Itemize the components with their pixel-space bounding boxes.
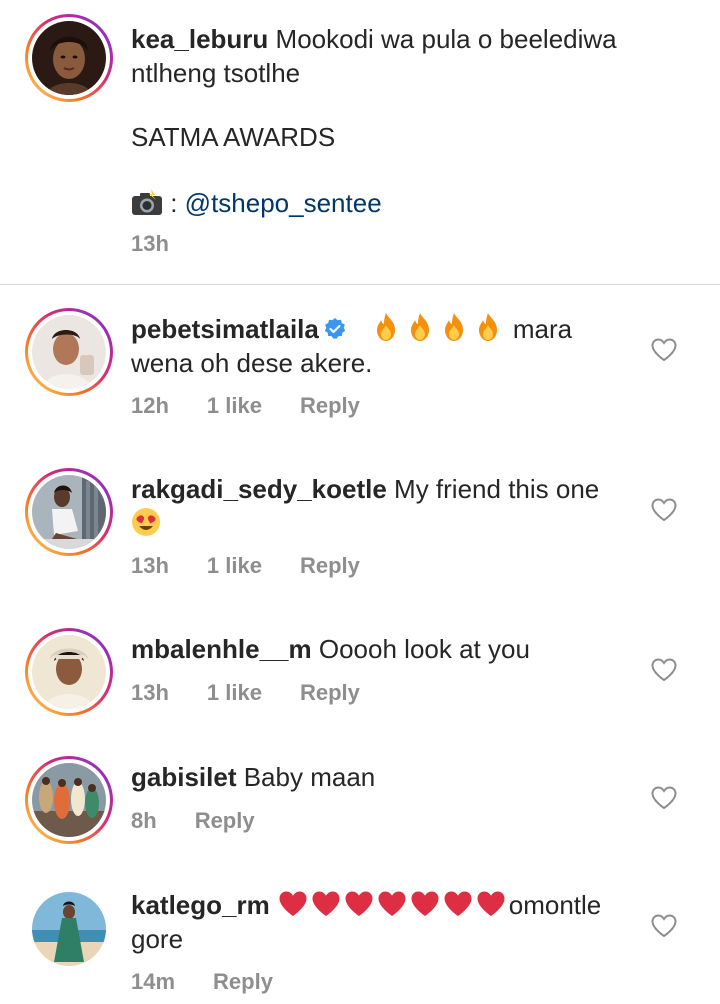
comment-text-part: My friend this one [394, 474, 600, 504]
comment-meta: 13h 1 like Reply [131, 679, 398, 707]
caption-text: kea_leburu Mookodi wa pula o beelediwa n… [131, 22, 691, 90]
caption-username[interactable]: kea_leburu [131, 24, 268, 54]
verified-badge-icon [324, 318, 346, 339]
like-heart-icon[interactable] [651, 786, 677, 810]
comment-time: 14m [131, 969, 176, 994]
comment-text-part: mara [512, 314, 573, 344]
caption-credit-line: : @tshepo_sentee [131, 186, 382, 220]
comment-avatar[interactable] [25, 628, 113, 716]
red-heart-emoji-icon [311, 890, 341, 918]
comment-meta: 8h Reply [131, 807, 293, 835]
comment-avatar[interactable] [25, 308, 113, 396]
photographer-mention-link[interactable]: @tshepo_sentee [185, 188, 382, 218]
red-heart-emoji-icon [410, 890, 440, 918]
comment-time: 13h [131, 553, 169, 578]
caption-divider [0, 284, 720, 285]
comment-likes-link[interactable]: 1 like [207, 553, 262, 578]
comment-username[interactable]: gabisilet [131, 762, 236, 792]
comment-text: gabisilet Baby maan [131, 760, 636, 794]
caption-awards-line: SATMA AWARDS [131, 122, 336, 152]
comment-text-part: gore [131, 924, 184, 954]
comment-avatar[interactable] [25, 468, 113, 556]
like-heart-icon[interactable] [651, 914, 677, 938]
heart-eyes-emoji-icon [132, 508, 160, 536]
comment-text-part: Baby maan [243, 762, 376, 792]
comment-text-part: wena oh dese akere. [131, 348, 373, 378]
red-heart-emoji-icon [278, 890, 308, 918]
comment-text: katlego_rm omontle gore [131, 888, 636, 956]
comment-meta: 12h 1 like Reply [131, 392, 398, 420]
comment-meta: 13h 1 like Reply [131, 552, 398, 580]
like-heart-icon[interactable] [651, 658, 677, 682]
reply-button[interactable]: Reply [300, 393, 360, 418]
like-heart-icon[interactable] [651, 498, 677, 522]
comment-likes-link[interactable]: 1 like [207, 393, 262, 418]
caption-timestamp: 13h [131, 230, 207, 258]
comment-username[interactable]: rakgadi_sedy_koetle [131, 474, 387, 504]
comment-time: 13h [131, 680, 169, 705]
like-heart-icon[interactable] [651, 338, 677, 362]
reply-button[interactable]: Reply [213, 969, 273, 994]
fire-emoji-icon [441, 312, 467, 342]
reply-button[interactable]: Reply [195, 808, 255, 833]
comment-likes-link[interactable]: 1 like [207, 680, 262, 705]
comment-text-part: Ooooh look at you [318, 634, 530, 664]
comment-avatar[interactable] [25, 756, 113, 844]
comment-time: 8h [131, 808, 157, 833]
post-caption: kea_leburu Mookodi wa pula o beelediwa n… [0, 0, 720, 284]
fire-emoji-icon [407, 312, 433, 342]
credit-separator: : [163, 188, 185, 218]
camera-flash-icon [132, 189, 162, 215]
caption-line2: ntlheng tsotlhe [131, 58, 301, 88]
caption-line1: Mookodi wa pula o beelediwa [275, 24, 617, 54]
fire-emoji-icon [475, 312, 501, 342]
comment-text-part: omontle [508, 890, 602, 920]
caption-time: 13h [131, 231, 169, 256]
comment-text: pebetsimatlaila mara wena oh dese akere. [131, 312, 636, 380]
caption-avatar[interactable] [25, 14, 113, 102]
comment-text: rakgadi_sedy_koetle My friend this one [131, 472, 636, 540]
comment-text: mbalenhle__m Ooooh look at you [131, 632, 636, 666]
red-heart-emoji-icon [344, 890, 374, 918]
fire-emoji-icon [373, 312, 399, 342]
comment-meta: 14m Reply [131, 968, 311, 996]
reply-button[interactable]: Reply [300, 553, 360, 578]
comment-username[interactable]: katlego_rm [131, 890, 270, 920]
red-heart-emoji-icon [443, 890, 473, 918]
red-heart-emoji-icon [377, 890, 407, 918]
reply-button[interactable]: Reply [300, 680, 360, 705]
comment-username[interactable]: pebetsimatlaila [131, 314, 319, 344]
red-heart-emoji-icon [476, 890, 506, 918]
comment-time: 12h [131, 393, 169, 418]
comment-avatar[interactable] [32, 892, 106, 966]
comment-username[interactable]: mbalenhle__m [131, 634, 312, 664]
